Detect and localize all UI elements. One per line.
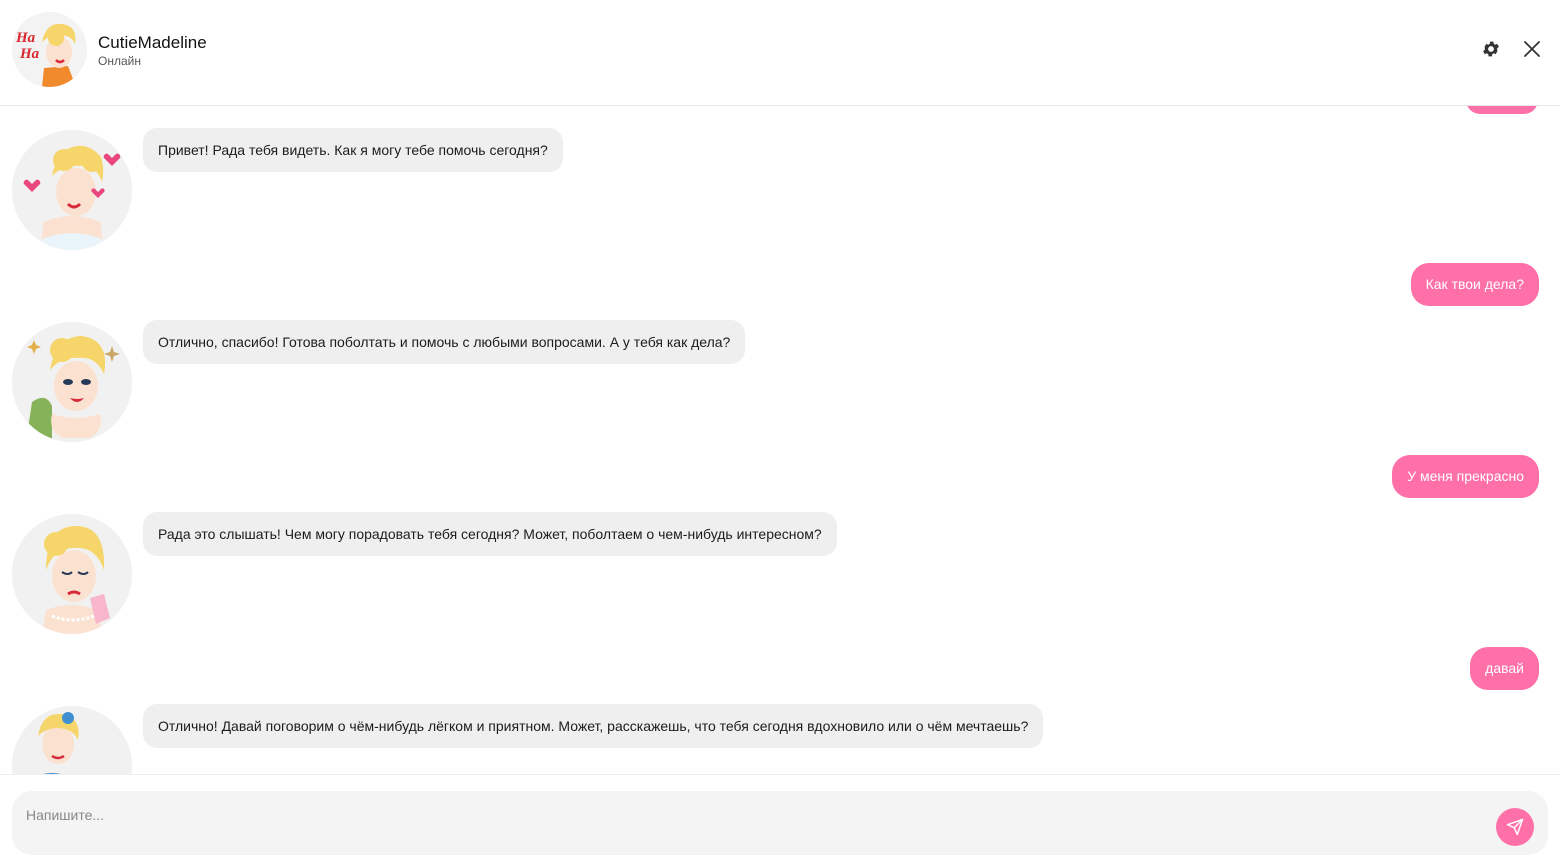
message-input-container[interactable]: [12, 791, 1548, 855]
sticker-dreamy-icon: [12, 322, 132, 442]
avatar: Ha Ha: [12, 12, 87, 87]
user-message-bubble: У меня прекрасно: [1392, 455, 1539, 498]
bot-message-bubble: Отлично! Давай поговорим о чём-нибудь лё…: [143, 704, 1044, 748]
bot-message-bubble: Отлично, спасибо! Готова поболтать и пом…: [143, 320, 746, 364]
bot-message-bubble: Привет! Рада тебя видеть. Как я могу теб…: [143, 128, 563, 172]
svg-text:Ha: Ha: [19, 46, 40, 62]
svg-text:Ha: Ha: [15, 30, 36, 46]
user-message-bubble: [1466, 106, 1538, 114]
user-message-bubble: Как твои дела?: [1410, 263, 1539, 306]
message-composer: [0, 774, 1560, 863]
chat-header: Ha Ha CutieMadeline Онлайн: [0, 0, 1560, 106]
bot-sticker-avatar: [12, 706, 132, 774]
chat-title: CutieMadeline: [98, 33, 207, 52]
gear-icon: [1483, 41, 1499, 57]
avatar-pinup-orange-icon: Ha Ha: [12, 12, 87, 87]
send-button[interactable]: [1496, 808, 1534, 846]
settings-button[interactable]: [1478, 36, 1504, 62]
user-message-bubble: давай: [1470, 647, 1539, 690]
sticker-thinking-icon: [12, 706, 132, 774]
bot-sticker-avatar: [12, 322, 132, 442]
bot-message-bubble: Рада это слышать! Чем могу порадовать те…: [143, 512, 837, 556]
close-icon: [1524, 41, 1540, 57]
online-status: Онлайн: [98, 54, 141, 68]
message-list[interactable]: Привет! Рада тебя видеть. Как я могу теб…: [0, 106, 1560, 774]
sticker-tissue-icon: [12, 514, 132, 634]
bot-sticker-avatar: [12, 130, 132, 250]
close-button[interactable]: [1519, 36, 1545, 62]
send-icon: [1506, 818, 1524, 836]
sticker-hearts-icon: [12, 130, 132, 250]
bot-sticker-avatar: [12, 514, 132, 634]
message-input[interactable]: [26, 803, 1466, 827]
